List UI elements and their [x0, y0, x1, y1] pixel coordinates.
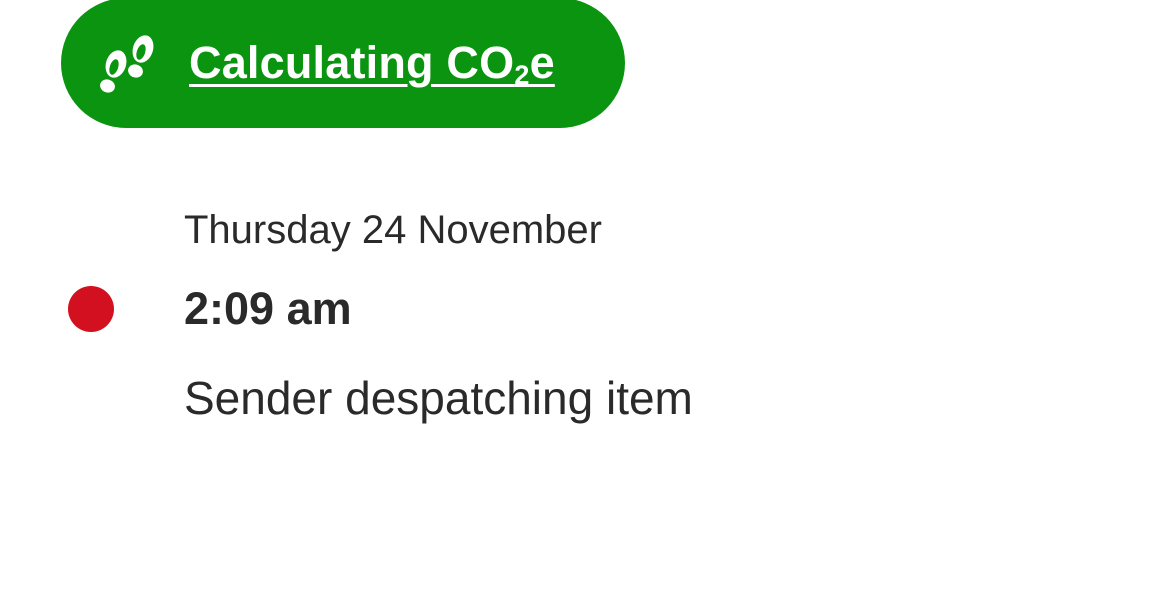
co2-label-subscript: 2 [514, 60, 530, 90]
event-time: 2:09 am [184, 283, 352, 334]
co2-label-suffix: e [529, 37, 555, 88]
event-description: Sender despatching item [184, 372, 693, 424]
co2-label-main: Calculating CO [189, 37, 515, 88]
status-dot [68, 286, 114, 332]
tracking-page: Calculating CO2e Thursday 24 November 2:… [0, 0, 1169, 600]
event-date: Thursday 24 November [184, 208, 602, 252]
footprints-icon [100, 35, 154, 93]
calculating-co2e-button[interactable]: Calculating CO2e [61, 0, 625, 128]
calculating-co2e-label: Calculating CO2e [189, 37, 555, 89]
